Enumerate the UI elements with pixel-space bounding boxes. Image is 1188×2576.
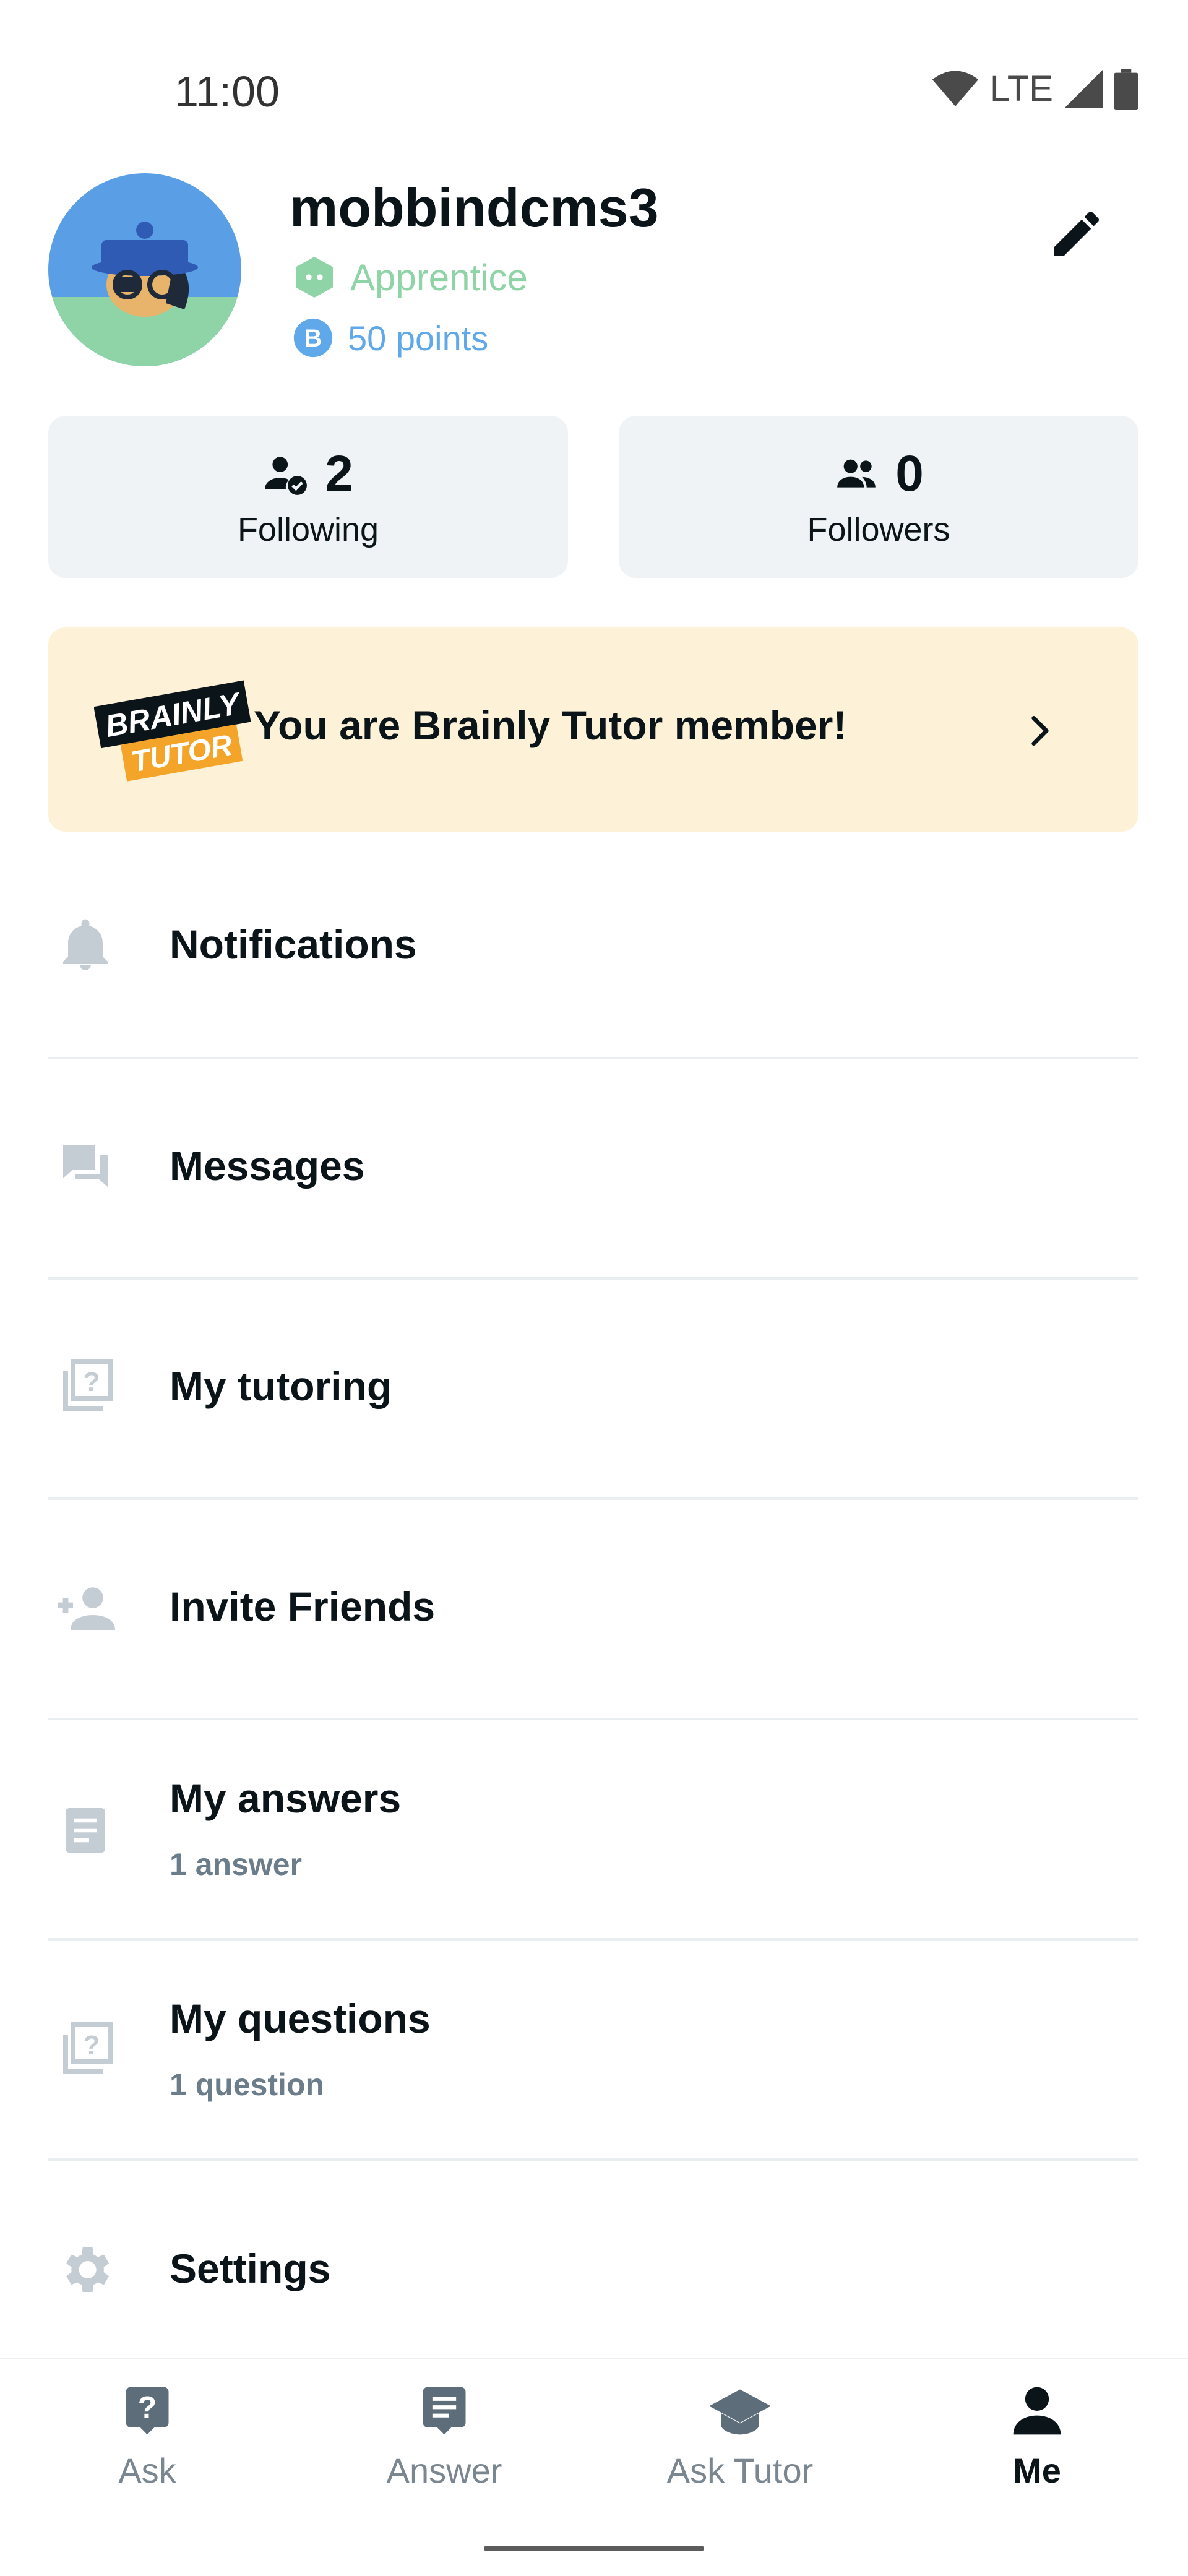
chevron-right-icon <box>1021 712 1059 753</box>
bell-icon <box>48 908 123 983</box>
add-person-icon <box>48 1570 123 1645</box>
followers-count: 0 <box>895 446 924 502</box>
followers-card[interactable]: 0 Followers <box>619 416 1138 578</box>
nav-answer[interactable]: Answer <box>351 2382 537 2491</box>
points-row: B 50 points <box>292 317 488 359</box>
menu-title-settings: Settings <box>170 2246 331 2291</box>
menu-title-notifications: Notifications <box>170 921 417 967</box>
followers-icon <box>837 459 876 488</box>
menu-title-invite-friends: Invite Friends <box>170 1583 436 1629</box>
username: mobbindcms3 <box>290 177 659 238</box>
battery-icon <box>1114 68 1138 110</box>
rank-label: Apprentice <box>350 256 528 298</box>
tutoring-icon: ? <box>48 1349 123 1423</box>
points-label: 50 points <box>348 318 489 358</box>
status-time: 11:00 <box>174 67 280 116</box>
answers-icon <box>48 1793 123 1867</box>
edit-profile-button[interactable] <box>1040 197 1114 271</box>
signal-icon <box>1064 69 1103 108</box>
pencil-icon <box>1054 211 1100 256</box>
brainly-tutor-logo: BRAINLY TUTOR <box>93 674 256 789</box>
svg-text:?: ? <box>84 2030 100 2061</box>
svg-text:?: ? <box>84 1367 100 1397</box>
nav-label-me: Me <box>1013 2451 1061 2490</box>
nav-ask[interactable]: ? Ask <box>54 2382 240 2491</box>
svg-text:B: B <box>304 325 322 352</box>
nav-label-ask: Ask <box>118 2451 176 2490</box>
svg-text:?: ? <box>138 2390 157 2425</box>
network-type: LTE <box>989 69 1053 109</box>
following-count: 2 <box>325 446 353 502</box>
nav-ask-tutor[interactable]: Ask Tutor <box>647 2382 833 2491</box>
following-label: Following <box>237 511 379 548</box>
wifi-icon <box>932 71 979 106</box>
rank-row: Apprentice <box>292 255 528 299</box>
menu-item-my-answers[interactable] <box>48 1720 1138 1939</box>
menu-title-my-answers: My answers <box>170 1775 402 1821</box>
menu-title-my-questions: My questions <box>170 1996 431 2041</box>
nav-label-answer: Answer <box>386 2451 502 2490</box>
person-icon <box>1013 2387 1061 2435</box>
gear-icon <box>48 2233 123 2307</box>
messages-icon <box>48 1130 123 1204</box>
menu-subtitle-my-answers: 1 answer <box>170 1847 303 1882</box>
followers-label: Followers <box>807 511 950 548</box>
graduation-cap-icon <box>709 2389 771 2435</box>
avatar[interactable] <box>48 173 241 366</box>
tutor-banner-message: You are Brainly Tutor member! <box>254 702 847 748</box>
following-icon <box>265 457 308 495</box>
status-icons: LTE <box>932 68 1138 110</box>
questions-icon: ? <box>48 2012 123 2087</box>
points-coin-icon: B <box>293 318 333 358</box>
nav-me[interactable]: Me <box>944 2382 1130 2491</box>
answer-icon <box>423 2387 466 2435</box>
rank-badge-icon <box>296 257 333 298</box>
menu-subtitle-my-questions: 1 question <box>170 2067 325 2102</box>
nav-label-ask-tutor: Ask Tutor <box>666 2451 814 2490</box>
ask-icon: ? <box>126 2387 169 2435</box>
menu-title-my-tutoring: My tutoring <box>170 1363 392 1409</box>
home-indicator[interactable] <box>484 2546 704 2551</box>
menu-item-my-questions[interactable] <box>48 1941 1138 2160</box>
menu-title-messages: Messages <box>170 1143 365 1189</box>
following-card[interactable]: 2 Following <box>48 416 568 578</box>
